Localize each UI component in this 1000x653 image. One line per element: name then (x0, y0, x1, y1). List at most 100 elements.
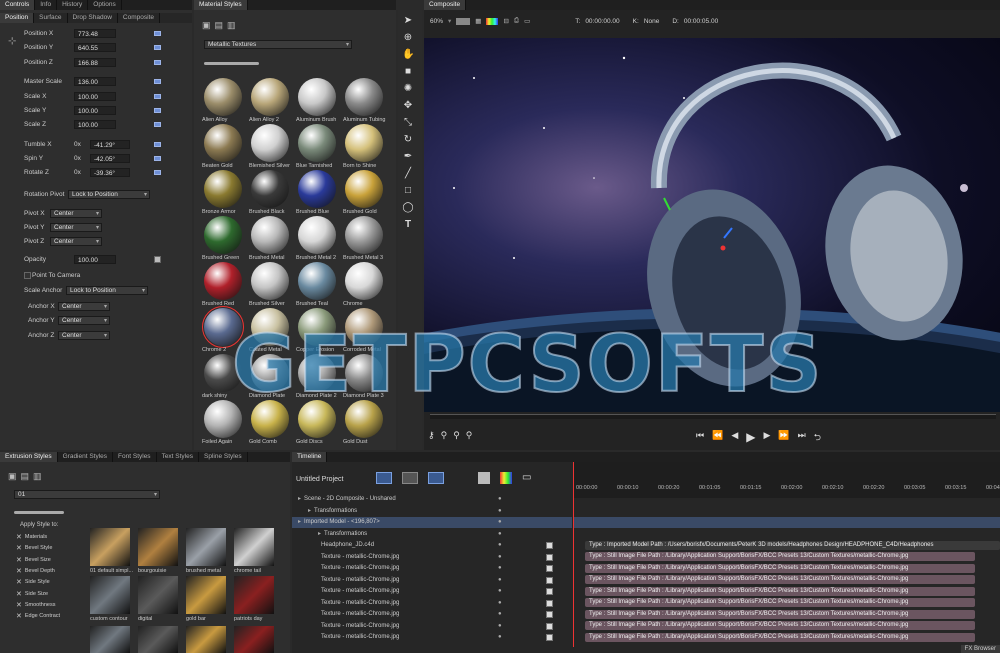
tab-info[interactable]: Info (35, 0, 58, 10)
timeline-track-bar[interactable]: Type : Still Image File Path : /Library/… (585, 575, 975, 584)
square-icon[interactable]: ■ (402, 66, 414, 78)
add-folder-icon[interactable]: ▣ (202, 20, 211, 31)
tab-extrusion-3[interactable]: Text Styles (157, 452, 199, 462)
material-swatch[interactable] (298, 308, 336, 346)
keyframe-icon[interactable] (154, 141, 161, 147)
timeline-layer-row[interactable]: Texture - metallic-Chrome.jpg ● (292, 563, 572, 574)
visibility-icon[interactable]: ● (498, 552, 502, 563)
go-to-start-icon[interactable]: ⏮ (696, 430, 704, 446)
timeline-track-bar[interactable]: Type : Still Image File Path : /Library/… (585, 633, 975, 642)
pen-icon[interactable]: ✒ (402, 151, 414, 163)
visibility-icon[interactable]: ● (498, 506, 502, 517)
subtab-composite[interactable]: Composite (118, 13, 160, 23)
timeline-track-bar[interactable]: Type : Still Image File Path : /Library/… (585, 552, 975, 561)
material-swatch[interactable] (251, 262, 289, 300)
extrusion-thumb[interactable] (186, 528, 226, 566)
material-swatch[interactable] (298, 262, 336, 300)
apply-checkbox[interactable]: ✕ (16, 590, 22, 598)
point-to-camera-checkbox[interactable] (24, 271, 31, 279)
field-value[interactable]: 100.00 (74, 105, 116, 115)
keyframe-icon[interactable] (154, 44, 161, 50)
brush-icon[interactable]: ╱ (402, 168, 414, 180)
extrusion-thumb[interactable] (138, 626, 178, 653)
expand-triangle-icon[interactable]: ▸ (308, 508, 311, 514)
apply-checkbox[interactable]: ✕ (16, 556, 22, 564)
visibility-icon[interactable]: ● (498, 621, 502, 632)
field-value[interactable]: 100.00 (74, 91, 116, 101)
play-icon[interactable]: ▶ (746, 430, 755, 446)
step-forward-icon[interactable]: ⏩ (778, 430, 789, 446)
extrusion-thumb[interactable] (234, 576, 274, 614)
material-swatch[interactable] (345, 78, 383, 116)
material-swatch[interactable] (345, 354, 383, 392)
material-swatch[interactable] (345, 262, 383, 300)
apply-checkbox[interactable]: ✕ (16, 544, 22, 552)
tab-extrusion-0[interactable]: Extrusion Styles (0, 452, 58, 462)
expand-triangle-icon[interactable]: ▸ (318, 531, 321, 537)
pivot-row-select[interactable]: Center (50, 208, 102, 218)
layer-checkbox[interactable] (546, 600, 553, 607)
back-frame-icon[interactable]: ◀ (731, 430, 738, 446)
step-back-icon[interactable]: ⏪ (712, 430, 723, 446)
material-swatch[interactable] (298, 354, 336, 392)
timeline-track-bar[interactable]: Type : Still Image File Path : /Library/… (585, 564, 975, 573)
material-swatch[interactable] (345, 170, 383, 208)
layer-checkbox[interactable] (546, 588, 553, 595)
visibility-icon[interactable]: ● (498, 609, 502, 620)
layer-checkbox[interactable] (546, 542, 553, 549)
extrusion-thumb[interactable] (186, 576, 226, 614)
keyframe-icon[interactable] (154, 59, 161, 65)
material-swatch[interactable] (251, 78, 289, 116)
tab-timeline[interactable]: Timeline (292, 452, 328, 462)
layer-checkbox[interactable] (546, 623, 553, 630)
material-swatch[interactable] (298, 170, 336, 208)
open-folder-icon[interactable]: ▥ (33, 471, 42, 482)
layer-checkbox[interactable] (546, 577, 553, 584)
pin-icon[interactable]: ⚲ (441, 430, 448, 441)
pivot-row-select[interactable]: Center (50, 222, 102, 232)
visibility-icon[interactable]: ● (498, 529, 502, 540)
timeline-layer-row[interactable]: ▸ Transformations ● (292, 506, 572, 517)
text-tool-icon[interactable]: T (402, 219, 414, 231)
timeline-track-bar[interactable]: Type : Still Image File Path : /Library/… (585, 610, 975, 619)
tab-extrusion-1[interactable]: Gradient Styles (58, 452, 114, 462)
scale-icon[interactable]: ⤡ (402, 117, 414, 129)
timeline-layer-row[interactable]: Texture - metallic-Chrome.jpg ● (292, 621, 572, 632)
material-swatch[interactable] (251, 400, 289, 438)
keyframe-icon[interactable] (154, 30, 161, 36)
field-value[interactable]: 773.48 (74, 28, 116, 38)
keyframe-icon[interactable] (154, 169, 161, 175)
zoom-icon[interactable]: ⊕ (402, 32, 414, 44)
field-value[interactable]: 640.55 (74, 42, 116, 52)
subtab-position[interactable]: Position (0, 13, 35, 23)
field-value[interactable]: 166.88 (74, 57, 116, 67)
material-swatch[interactable] (204, 354, 242, 392)
visibility-icon[interactable]: ● (498, 586, 502, 597)
rotation-degrees[interactable]: -41.29° (90, 139, 130, 149)
opacity-value[interactable]: 100.00 (74, 254, 116, 264)
extrusion-thumb[interactable] (138, 528, 178, 566)
folder-icon[interactable]: ▭ (522, 472, 531, 484)
visibility-icon[interactable]: ● (498, 517, 502, 528)
extrusion-thumb[interactable] (90, 626, 130, 653)
tab-extrusion-4[interactable]: Spline Styles (199, 452, 248, 462)
material-swatch[interactable] (204, 124, 242, 162)
visibility-icon[interactable]: ● (498, 632, 502, 643)
rectangle-icon[interactable]: □ (402, 185, 414, 197)
apply-checkbox[interactable]: ✕ (16, 567, 22, 575)
open-folder-icon[interactable]: ▥ (227, 20, 236, 31)
layer-view-icon[interactable] (376, 472, 392, 484)
tab-controls[interactable]: Controls (0, 0, 36, 10)
playhead[interactable] (573, 462, 574, 647)
camera-view-icon[interactable] (402, 472, 418, 484)
material-swatch[interactable] (345, 124, 383, 162)
layer-checkbox[interactable] (546, 611, 553, 618)
extrusion-style-select[interactable]: 01 (14, 490, 160, 499)
keyframe-icon[interactable] (154, 93, 161, 99)
color-bars-icon[interactable] (486, 17, 499, 25)
anchor-row-select[interactable]: Center (58, 301, 110, 311)
rotation-turns[interactable]: 0x (74, 141, 81, 148)
loop-icon[interactable]: ⮌ (814, 430, 821, 446)
timeline-track-bar[interactable]: Type : Still Image File Path : /Library/… (585, 587, 975, 596)
material-swatch[interactable] (298, 124, 336, 162)
